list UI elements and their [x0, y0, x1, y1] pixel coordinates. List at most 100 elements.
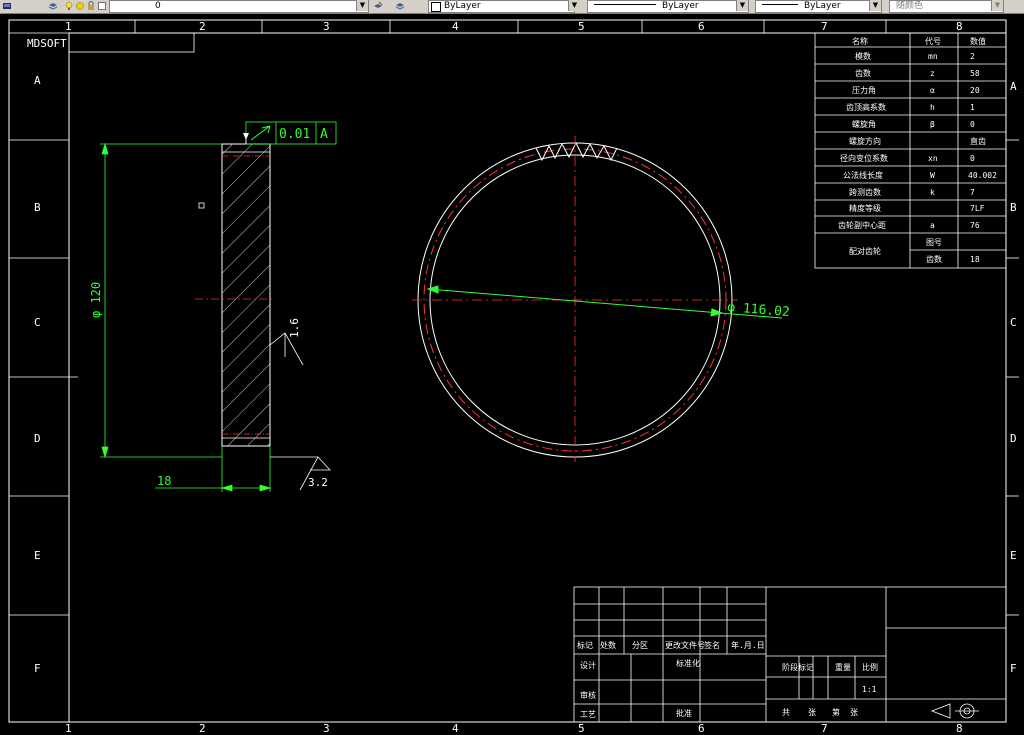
- row-label-c: C: [34, 316, 41, 329]
- param-row-code: h: [930, 103, 935, 112]
- param-mating-drawing-no: 图号: [926, 238, 942, 247]
- row-label-a-right: A: [1010, 80, 1017, 93]
- color-dropdown[interactable]: ByLayer: [428, 0, 575, 13]
- param-row-name: 螺旋方向: [849, 136, 881, 146]
- title-sheet-label: 张: [808, 708, 816, 717]
- param-row-code: mn: [928, 52, 938, 61]
- front-view[interactable]: φ 116.02: [412, 136, 790, 462]
- param-mating-teeth-label: 齿数: [926, 254, 942, 264]
- param-row-value: 0: [970, 154, 975, 163]
- layer-value: 0: [155, 1, 161, 11]
- param-row-value: 7LF: [970, 204, 985, 213]
- row-label-d-right: D: [1010, 432, 1017, 445]
- projection-symbol-icon: [930, 703, 979, 719]
- row-label-d: D: [34, 432, 41, 445]
- title-stage-label: 阶段标记: [782, 662, 814, 672]
- color-value: ByLayer: [444, 1, 481, 11]
- col-label-4-top: 4: [452, 20, 459, 33]
- drawing-canvas[interactable]: 1 2 3 4 5 6 7 8 1 2 3 4 5 6 7 8 A B C D …: [0, 14, 1024, 735]
- title-block: [573, 586, 1007, 723]
- param-row-name: 齿轮副中心距: [838, 220, 886, 230]
- param-row-name: 径向变位系数: [840, 153, 888, 163]
- col-label-4-bottom: 4: [452, 722, 459, 735]
- properties-toolbar: 0 ▼ ByLayer ▼ ByLayer ▼ ByLayer ▼ 随颜色 ▼: [0, 0, 1024, 14]
- param-row-code: α: [930, 86, 935, 95]
- param-row-code: W: [930, 171, 935, 180]
- top-column-ruler: [134, 20, 887, 33]
- col-label-3-bottom: 3: [323, 722, 330, 735]
- row-label-e: E: [34, 549, 41, 562]
- title-scale-label: 比例: [862, 662, 878, 672]
- col-label-1-bottom: 1: [65, 722, 72, 735]
- param-mating-teeth-value: 18: [970, 255, 980, 264]
- lineweight-sample: [762, 4, 798, 5]
- tolerance-value: 0.01: [279, 127, 310, 142]
- title-process-label: 工艺: [580, 710, 596, 719]
- layer-lock-icon[interactable]: [86, 1, 96, 11]
- row-label-b-right: B: [1010, 201, 1017, 214]
- col-label-6-bottom: 6: [698, 722, 705, 735]
- layer-dropdown[interactable]: 0: [109, 0, 369, 13]
- lineweight-dropdown-arrow[interactable]: ▼: [869, 0, 881, 11]
- mdsoft-label: MDSOFT: [27, 37, 67, 50]
- plotstyle-dropdown[interactable]: 随颜色: [889, 0, 1004, 13]
- make-current-layer-icon[interactable]: [373, 1, 383, 11]
- layer-stack-icon[interactable]: [48, 1, 58, 11]
- lineweight-dropdown[interactable]: ByLayer: [755, 0, 882, 13]
- side-view[interactable]: φ 120 18 0.01 A 1.6 3.2: [89, 121, 337, 492]
- row-label-c-right: C: [1010, 316, 1017, 329]
- title-rev-file: 更改文件号: [665, 640, 705, 650]
- col-label-8-bottom: 8: [956, 722, 963, 735]
- roughness-3-2: 3.2: [308, 476, 328, 489]
- col-label-5-top: 5: [578, 20, 585, 33]
- plotstyle-value: 随颜色: [896, 1, 924, 11]
- layer-color-icon[interactable]: [97, 1, 107, 11]
- param-row-code: a: [930, 221, 935, 230]
- title-standard-label: 标准化: [676, 658, 700, 668]
- col-label-5-bottom: 5: [578, 722, 585, 735]
- param-row-code: k: [930, 188, 935, 197]
- row-label-a: A: [34, 74, 41, 87]
- param-row-name: 公法线长度: [843, 170, 883, 180]
- datum-a-label: A: [320, 127, 328, 142]
- layer-previous-icon[interactable]: [395, 1, 405, 11]
- plotstyle-dropdown-arrow[interactable]: ▼: [991, 0, 1003, 11]
- title-total-label: 共: [782, 708, 790, 717]
- row-label-f-right: F: [1010, 662, 1017, 675]
- param-row-value: 直齿: [970, 136, 986, 146]
- title-rev-sign: 签名: [704, 640, 720, 650]
- lineweight-value: ByLayer: [804, 1, 841, 11]
- title-page-label: 第: [832, 707, 840, 717]
- title-weight-label: 重量: [835, 662, 851, 672]
- row-label-f: F: [34, 662, 41, 675]
- title-rev-count: 处数: [600, 640, 616, 650]
- title-design-label: 设计: [580, 660, 596, 670]
- linetype-dropdown[interactable]: ByLayer: [587, 0, 749, 13]
- param-header-code: 代号: [925, 36, 941, 46]
- mdsoft-box: [68, 32, 195, 53]
- param-row-code: β: [930, 120, 935, 129]
- param-row-code: z: [930, 69, 935, 78]
- linetype-dropdown-arrow[interactable]: ▼: [736, 0, 748, 11]
- param-row-name: 跨测齿数: [849, 187, 881, 197]
- color-swatch: [431, 2, 441, 12]
- title-page-sheet-label: 张: [850, 708, 858, 717]
- color-dropdown-arrow[interactable]: ▼: [568, 0, 580, 11]
- layer-dropdown-arrow[interactable]: ▼: [356, 0, 368, 11]
- diameter-dimension: [100, 142, 222, 459]
- sun-freeze-icon[interactable]: [75, 1, 85, 11]
- title-approve-label: 批准: [676, 708, 692, 718]
- col-label-3-top: 3: [323, 20, 330, 33]
- param-row-name: 压力角: [852, 85, 876, 95]
- title-rev-date: 年.月.日: [731, 640, 765, 650]
- param-row-value: 76: [970, 221, 980, 230]
- width-dimension: [155, 446, 272, 492]
- param-row-name: 精度等级: [849, 203, 881, 213]
- width-18-label: 18: [157, 474, 171, 488]
- row-label-e-right: E: [1010, 549, 1017, 562]
- param-mating-gear-label: 配对齿轮: [849, 246, 881, 256]
- param-row-value: 20: [970, 86, 980, 95]
- layer-manager-icon[interactable]: [2, 1, 12, 11]
- lightbulb-icon[interactable]: [64, 1, 74, 11]
- grip-marker[interactable]: [198, 202, 205, 209]
